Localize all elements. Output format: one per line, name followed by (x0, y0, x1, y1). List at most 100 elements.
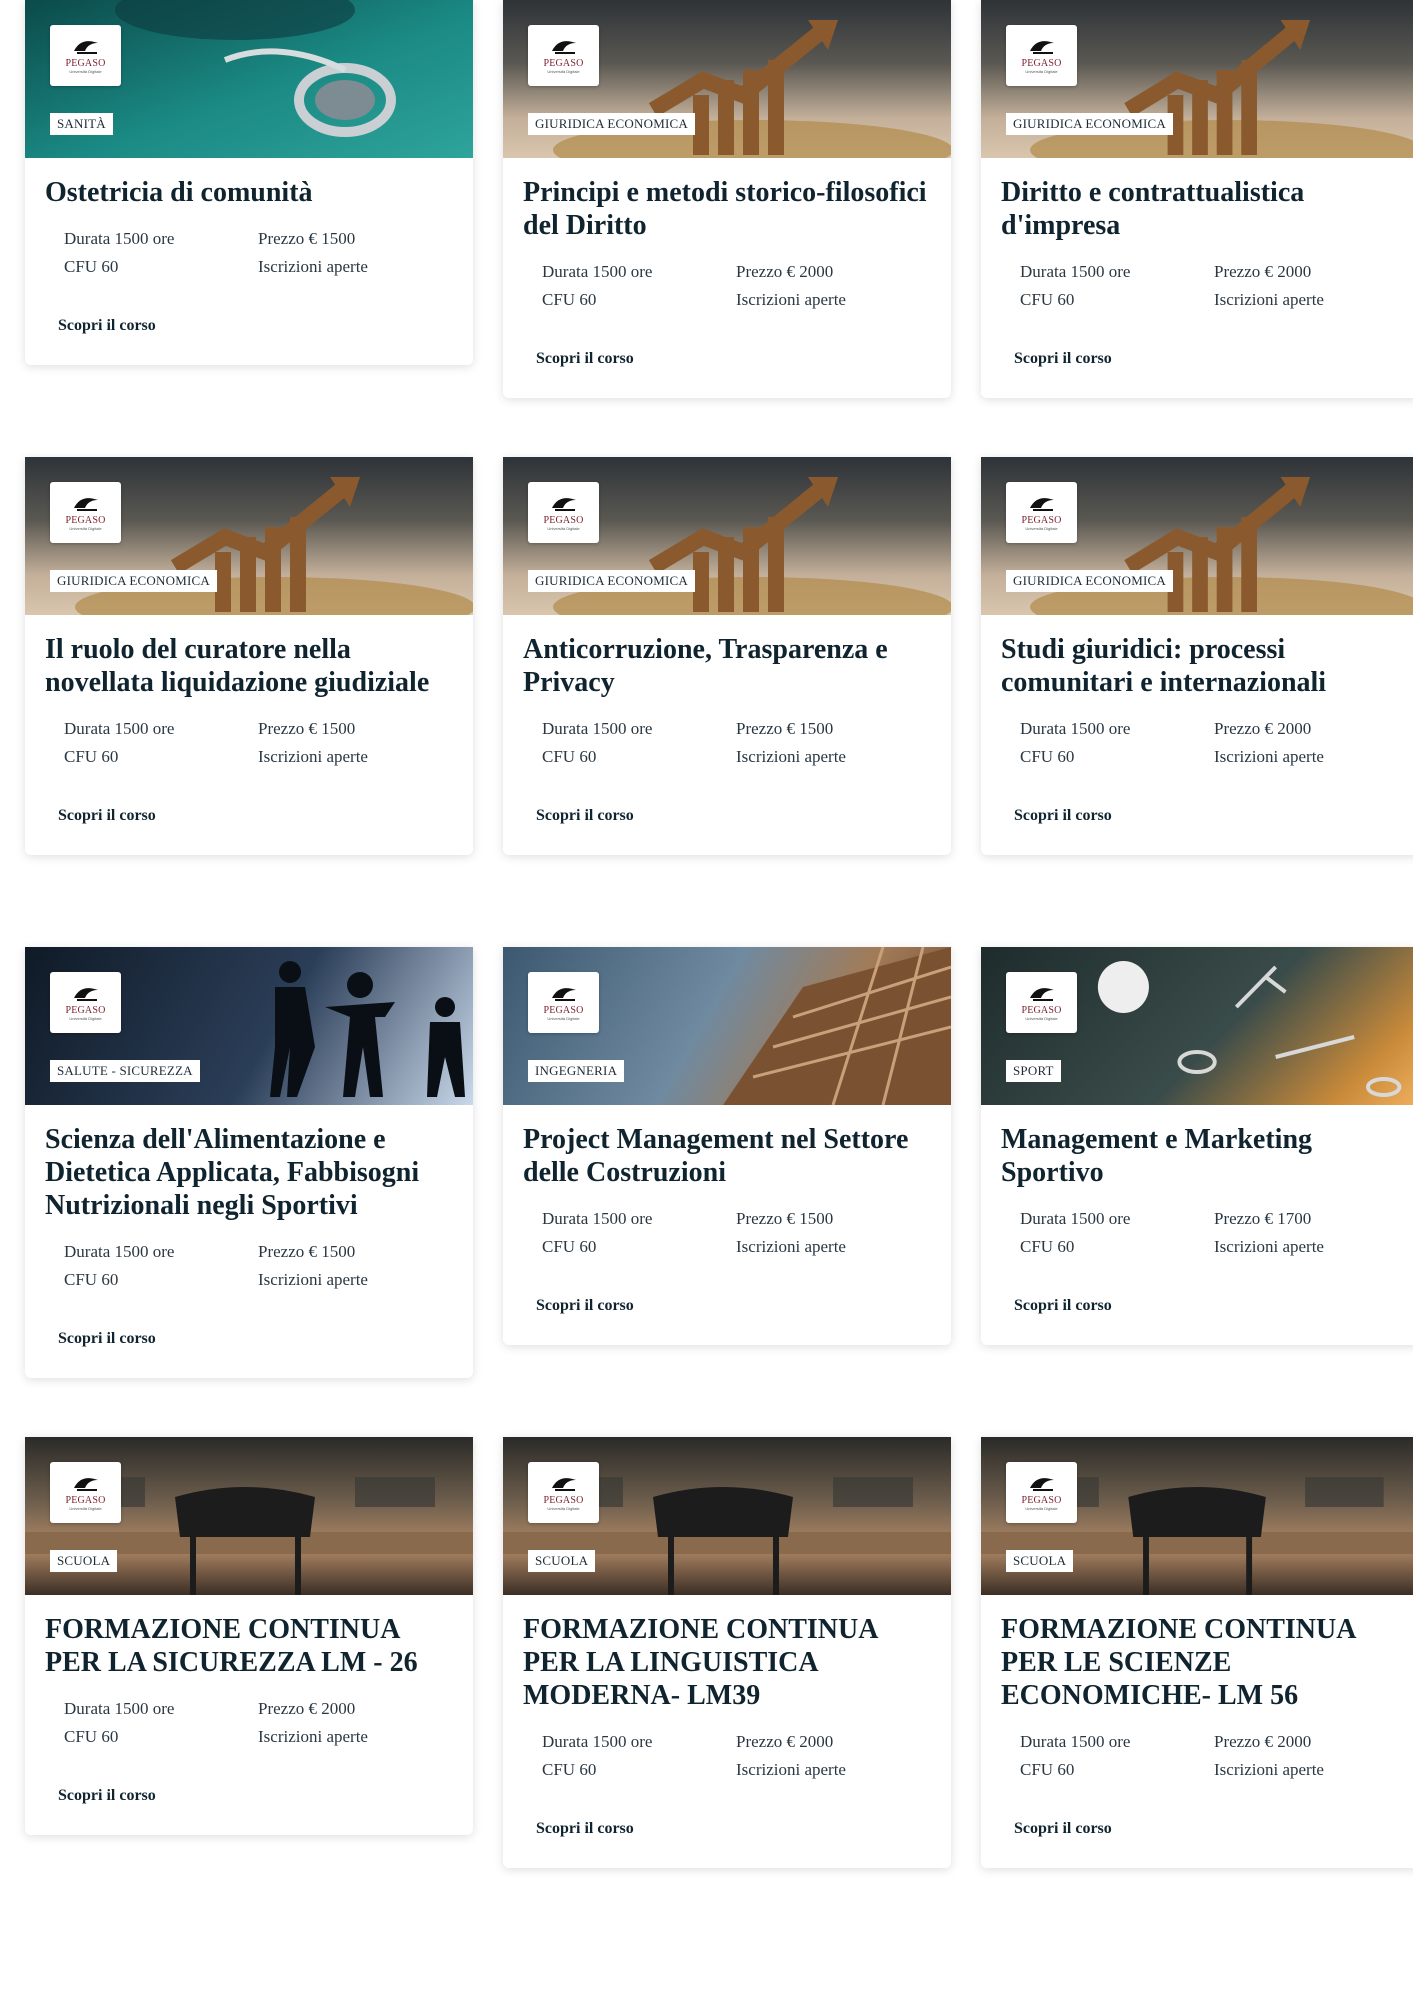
course-duration: Durata 1500 ore (1020, 1732, 1131, 1751)
course-duration: Durata 1500 ore (542, 1209, 653, 1228)
logo-subtext: Università Digitale (1025, 526, 1058, 531)
course-cfu: CFU 60 (1020, 1237, 1075, 1256)
course-image-growth[interactable]: PEGASO Università Digitale GIURIDICA ECON… (981, 457, 1413, 615)
course-status: Iscrizioni aperte (258, 747, 368, 766)
course-price: Prezzo € 1500 (258, 229, 356, 248)
logo-text: PEGASO (543, 515, 584, 526)
course-image-growth[interactable]: PEGASO Università Digitale GIURIDICA ECON… (503, 457, 951, 615)
discover-course-link[interactable]: Scopri il corso (536, 807, 634, 825)
course-card: PEGASO Università Digitale SCUOLA FORMAZI… (981, 1437, 1413, 1868)
discover-course-link[interactable]: Scopri il corso (58, 807, 156, 825)
course-status: Iscrizioni aperte (1214, 1237, 1324, 1256)
course-image-classroom[interactable]: PEGASO Università Digitale SCUOLA (981, 1437, 1413, 1595)
category-tag: GIURIDICA ECONOMICA (50, 570, 217, 592)
course-title[interactable]: Project Management nel Settore delle Cos… (523, 1123, 931, 1189)
pegasus-icon (73, 1478, 98, 1491)
course-image-family-silhouette[interactable]: PEGASO Università Digitale SALUTE - SICUR… (25, 947, 473, 1105)
course-meta: Durata 1500 ore Prezzo € 2000 CFU 60 Isc… (542, 262, 931, 310)
course-title[interactable]: Principi e metodi storico-filosofici del… (523, 176, 931, 242)
discover-course-link[interactable]: Scopri il corso (58, 1330, 156, 1348)
course-cfu: CFU 60 (64, 1270, 119, 1289)
discover-course-link[interactable]: Scopri il corso (536, 1820, 634, 1838)
course-cfu: CFU 60 (64, 747, 119, 766)
course-title[interactable]: FORMAZIONE CONTINUA PER LA SICUREZZA LM … (45, 1613, 453, 1679)
course-image-growth[interactable]: PEGASO Università Digitale GIURIDICA ECON… (503, 0, 951, 158)
category-tag: GIURIDICA ECONOMICA (1006, 113, 1173, 135)
discover-course-link[interactable]: Scopri il corso (1014, 1820, 1112, 1838)
logo-subtext: Università Digitale (547, 1016, 580, 1021)
course-cfu: CFU 60 (1020, 290, 1075, 309)
logo-subtext: Università Digitale (1025, 69, 1058, 74)
course-image-football-tactics[interactable]: PEGASO Università Digitale SPORT (981, 947, 1413, 1105)
pegaso-logo: PEGASO Università Digitale (1006, 25, 1077, 86)
course-card: PEGASO Università Digitale INGEGNERIA Pro… (503, 947, 951, 1345)
category-tag: SPORT (1006, 1060, 1061, 1082)
course-price: Prezzo € 1500 (736, 1209, 834, 1228)
course-image-stethoscope[interactable]: PEGASO Università Digitale SANITÀ (25, 0, 473, 158)
course-status: Iscrizioni aperte (736, 1237, 846, 1256)
pegaso-logo: PEGASO Università Digitale (1006, 1462, 1077, 1523)
course-price: Prezzo € 2000 (1214, 1732, 1312, 1751)
logo-text: PEGASO (1021, 1005, 1062, 1016)
course-status: Iscrizioni aperte (258, 257, 368, 276)
course-duration: Durata 1500 ore (64, 719, 175, 738)
course-image-growth[interactable]: PEGASO Università Digitale GIURIDICA ECON… (981, 0, 1413, 158)
course-cfu: CFU 60 (542, 290, 597, 309)
course-title[interactable]: Ostetricia di comunità (45, 176, 453, 209)
discover-course-link[interactable]: Scopri il corso (58, 317, 156, 335)
discover-course-link[interactable]: Scopri il corso (1014, 1297, 1112, 1315)
pegasus-icon (73, 41, 98, 54)
pegasus-icon (551, 988, 576, 1001)
course-title[interactable]: Il ruolo del curatore nella novellata li… (45, 633, 453, 699)
logo-text: PEGASO (65, 515, 106, 526)
course-status: Iscrizioni aperte (736, 747, 846, 766)
course-card: PEGASO Università Digitale GIURIDICA ECON… (503, 457, 951, 855)
course-price: Prezzo € 2000 (736, 1732, 834, 1751)
course-image-classroom[interactable]: PEGASO Università Digitale SCUOLA (25, 1437, 473, 1595)
category-tag: SCUOLA (1006, 1550, 1074, 1572)
course-image-classroom[interactable]: PEGASO Università Digitale SCUOLA (503, 1437, 951, 1595)
course-status: Iscrizioni aperte (1214, 747, 1324, 766)
discover-course-link[interactable]: Scopri il corso (58, 1787, 156, 1805)
course-title[interactable]: Anticorruzione, Trasparenza e Privacy (523, 633, 931, 699)
course-title[interactable]: Studi giuridici: processi comunitari e i… (1001, 633, 1401, 699)
discover-course-link[interactable]: Scopri il corso (536, 1297, 634, 1315)
pegasus-icon (1029, 41, 1054, 54)
course-duration: Durata 1500 ore (542, 1732, 653, 1751)
pegasus-icon (1029, 498, 1054, 511)
discover-course-link[interactable]: Scopri il corso (1014, 350, 1112, 368)
course-title[interactable]: FORMAZIONE CONTINUA PER LE SCIENZE ECONO… (1001, 1613, 1401, 1712)
course-price: Prezzo € 2000 (258, 1699, 356, 1718)
course-status: Iscrizioni aperte (736, 290, 846, 309)
pegaso-logo: PEGASO Università Digitale (528, 482, 599, 543)
course-duration: Durata 1500 ore (64, 1699, 175, 1718)
course-card: PEGASO Università Digitale GIURIDICA ECON… (503, 0, 951, 398)
course-card: PEGASO Università Digitale SPORT Manageme… (981, 947, 1413, 1345)
course-status: Iscrizioni aperte (1214, 290, 1324, 309)
course-title[interactable]: Management e Marketing Sportivo (1001, 1123, 1401, 1189)
course-price: Prezzo € 2000 (1214, 719, 1312, 738)
course-image-growth[interactable]: PEGASO Università Digitale GIURIDICA ECON… (25, 457, 473, 615)
discover-course-link[interactable]: Scopri il corso (536, 350, 634, 368)
course-meta: Durata 1500 ore Prezzo € 1500 CFU 60 Isc… (64, 1242, 453, 1290)
category-tag: GIURIDICA ECONOMICA (528, 113, 695, 135)
category-tag: INGEGNERIA (528, 1060, 625, 1082)
course-duration: Durata 1500 ore (1020, 719, 1131, 738)
course-duration: Durata 1500 ore (542, 719, 653, 738)
course-image-construction[interactable]: PEGASO Università Digitale INGEGNERIA (503, 947, 951, 1105)
course-meta: Durata 1500 ore Prezzo € 1700 CFU 60 Isc… (1020, 1209, 1401, 1257)
course-meta: Durata 1500 ore Prezzo € 2000 CFU 60 Isc… (1020, 1732, 1401, 1780)
course-price: Prezzo € 1700 (1214, 1209, 1312, 1228)
logo-subtext: Università Digitale (1025, 1016, 1058, 1021)
category-tag: SCUOLA (528, 1550, 596, 1572)
course-cfu: CFU 60 (1020, 1760, 1075, 1779)
discover-course-link[interactable]: Scopri il corso (1014, 807, 1112, 825)
course-card: PEGASO Università Digitale GIURIDICA ECON… (981, 0, 1413, 398)
course-title[interactable]: Scienza dell'Alimentazione e Dietetica A… (45, 1123, 453, 1222)
course-price: Prezzo € 1500 (258, 1242, 356, 1261)
course-title[interactable]: FORMAZIONE CONTINUA PER LA LINGUISTICA M… (523, 1613, 931, 1712)
course-meta: Durata 1500 ore Prezzo € 1500 CFU 60 Isc… (542, 719, 931, 767)
pegaso-logo: PEGASO Università Digitale (528, 972, 599, 1033)
course-title[interactable]: Diritto e contrattualistica d'impresa (1001, 176, 1401, 242)
logo-text: PEGASO (65, 1495, 106, 1506)
